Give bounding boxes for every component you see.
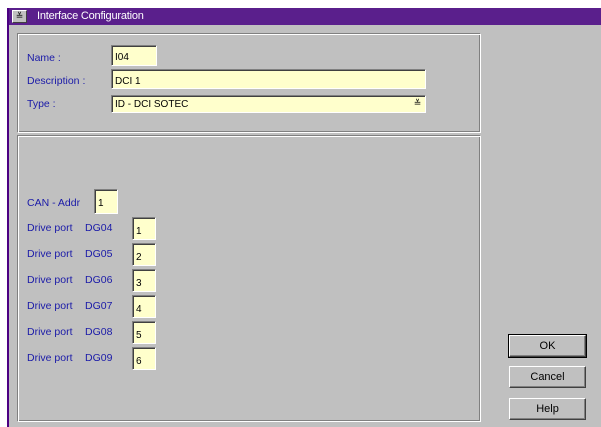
drive-port-field-dg04[interactable]: 1 <box>132 217 156 240</box>
drive-port-code: DG08 <box>85 326 113 338</box>
drive-port-label: Drive port <box>27 248 73 260</box>
drive-port-field-dg06[interactable]: 3 <box>132 269 156 292</box>
type-label: Type : <box>27 98 56 110</box>
help-button[interactable]: Help <box>509 398 586 420</box>
type-select-value: ID - DCI SOTEC <box>115 99 189 110</box>
type-select[interactable]: ID - DCI SOTEC ≚ <box>111 95 426 113</box>
name-label: Name : <box>27 52 61 64</box>
drive-port-label: Drive port <box>27 352 73 364</box>
drive-port-field-dg07[interactable]: 4 <box>132 295 156 318</box>
drive-port-field-dg09[interactable]: 6 <box>132 347 156 370</box>
general-group: Name : I04 Description : DCI 1 Type : ID… <box>17 33 481 133</box>
drive-port-field-dg08[interactable]: 5 <box>132 321 156 344</box>
title-bar[interactable]: ≚ Interface Configuration <box>9 8 601 25</box>
drive-port-code: DG04 <box>85 222 113 234</box>
can-addr-label: CAN - Addr <box>27 197 81 209</box>
chevron-down-icon[interactable]: ≚ <box>412 98 423 109</box>
drive-port-label: Drive port <box>27 300 73 312</box>
window-title: Interface Configuration <box>37 10 144 22</box>
ok-button[interactable]: OK <box>508 334 587 358</box>
drive-port-code: DG09 <box>85 352 113 364</box>
drive-port-label: Drive port <box>27 326 73 338</box>
cancel-button[interactable]: Cancel <box>509 366 586 388</box>
name-field[interactable]: I04 <box>111 45 157 66</box>
system-menu-icon[interactable]: ≚ <box>12 10 27 23</box>
interface-configuration-window: ≚ Interface Configuration Name : I04 Des… <box>7 8 601 427</box>
description-field[interactable]: DCI 1 <box>111 69 426 89</box>
can-addr-field[interactable]: 1 <box>94 189 118 214</box>
description-label: Description : <box>27 75 86 87</box>
drive-port-label: Drive port <box>27 274 73 286</box>
drive-port-code: DG07 <box>85 300 113 312</box>
drive-port-field-dg05[interactable]: 2 <box>132 243 156 266</box>
drive-port-code: DG06 <box>85 274 113 286</box>
ports-group: CAN - Addr 1 Drive port DG04 1 Drive por… <box>17 135 481 422</box>
drive-port-code: DG05 <box>85 248 113 260</box>
drive-port-label: Drive port <box>27 222 73 234</box>
